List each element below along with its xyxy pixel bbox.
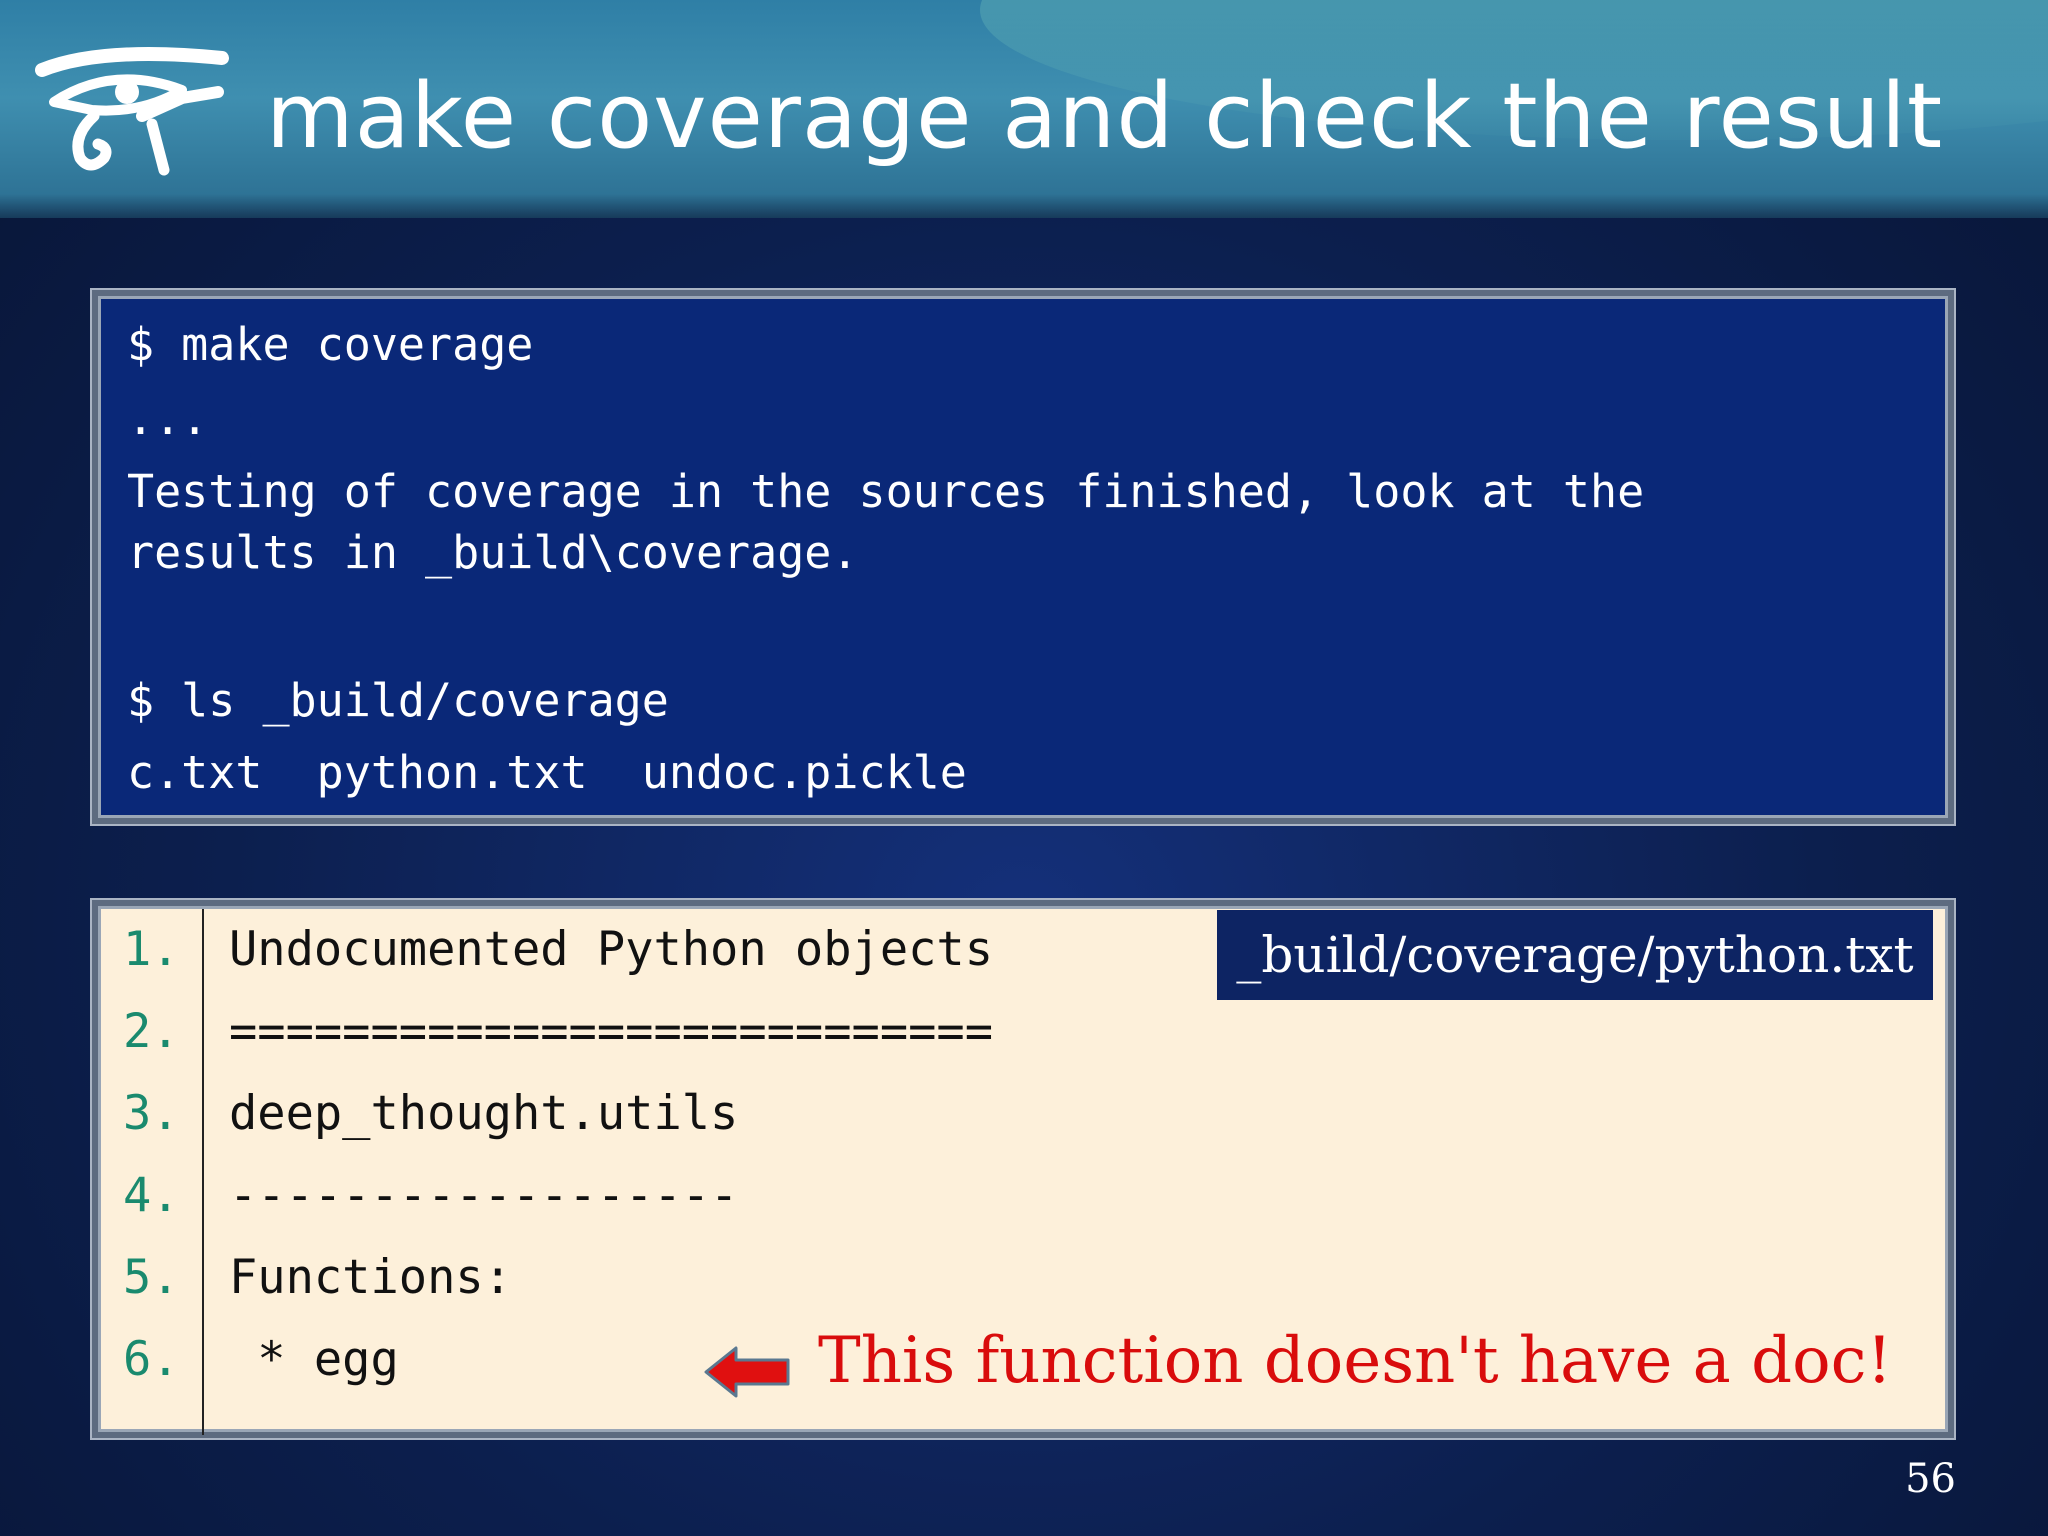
code-row: 3. deep_thought.utils <box>101 1073 1945 1155</box>
terminal-line: $ make coverage <box>127 318 534 371</box>
code-row: 4. ------------------ <box>101 1155 1945 1237</box>
eye-of-horus-icon <box>35 47 229 176</box>
slide-title: make coverage and check the result <box>266 64 1944 169</box>
terminal-line: c.txt python.txt undoc.pickle <box>127 746 967 799</box>
terminal-line: results in _build\coverage. <box>127 526 859 579</box>
terminal-output: $ make coverage ... Testing of coverage … <box>98 296 1948 818</box>
file-path-label: _build/coverage/python.txt <box>1217 910 1933 1000</box>
line-number: 5. <box>123 1250 180 1305</box>
title-bar-shadow <box>0 194 2048 218</box>
code-text: ------------------ <box>229 1168 739 1223</box>
line-number: 4. <box>123 1168 180 1223</box>
code-text: * egg <box>229 1332 399 1387</box>
terminal-line: $ ls _build/coverage <box>127 674 669 727</box>
terminal-line: ... <box>127 392 209 445</box>
line-number: 3. <box>123 1086 180 1141</box>
line-number: 2. <box>123 1004 180 1059</box>
page-number: 56 <box>1905 1456 1956 1502</box>
line-number: 1. <box>123 922 180 977</box>
code-text: =========================== <box>229 1004 994 1059</box>
code-text: Undocumented Python objects <box>229 922 994 977</box>
missing-doc-callout: This function doesn't have a doc! <box>818 1324 1893 1398</box>
terminal-line: Testing of coverage in the sources finis… <box>127 465 1645 518</box>
code-text: Functions: <box>229 1250 512 1305</box>
left-arrow-icon <box>704 1346 790 1398</box>
code-row: 2. =========================== <box>101 991 1945 1073</box>
line-number: 6. <box>123 1332 180 1387</box>
code-row: 5. Functions: <box>101 1237 1945 1319</box>
code-text: deep_thought.utils <box>229 1086 739 1141</box>
